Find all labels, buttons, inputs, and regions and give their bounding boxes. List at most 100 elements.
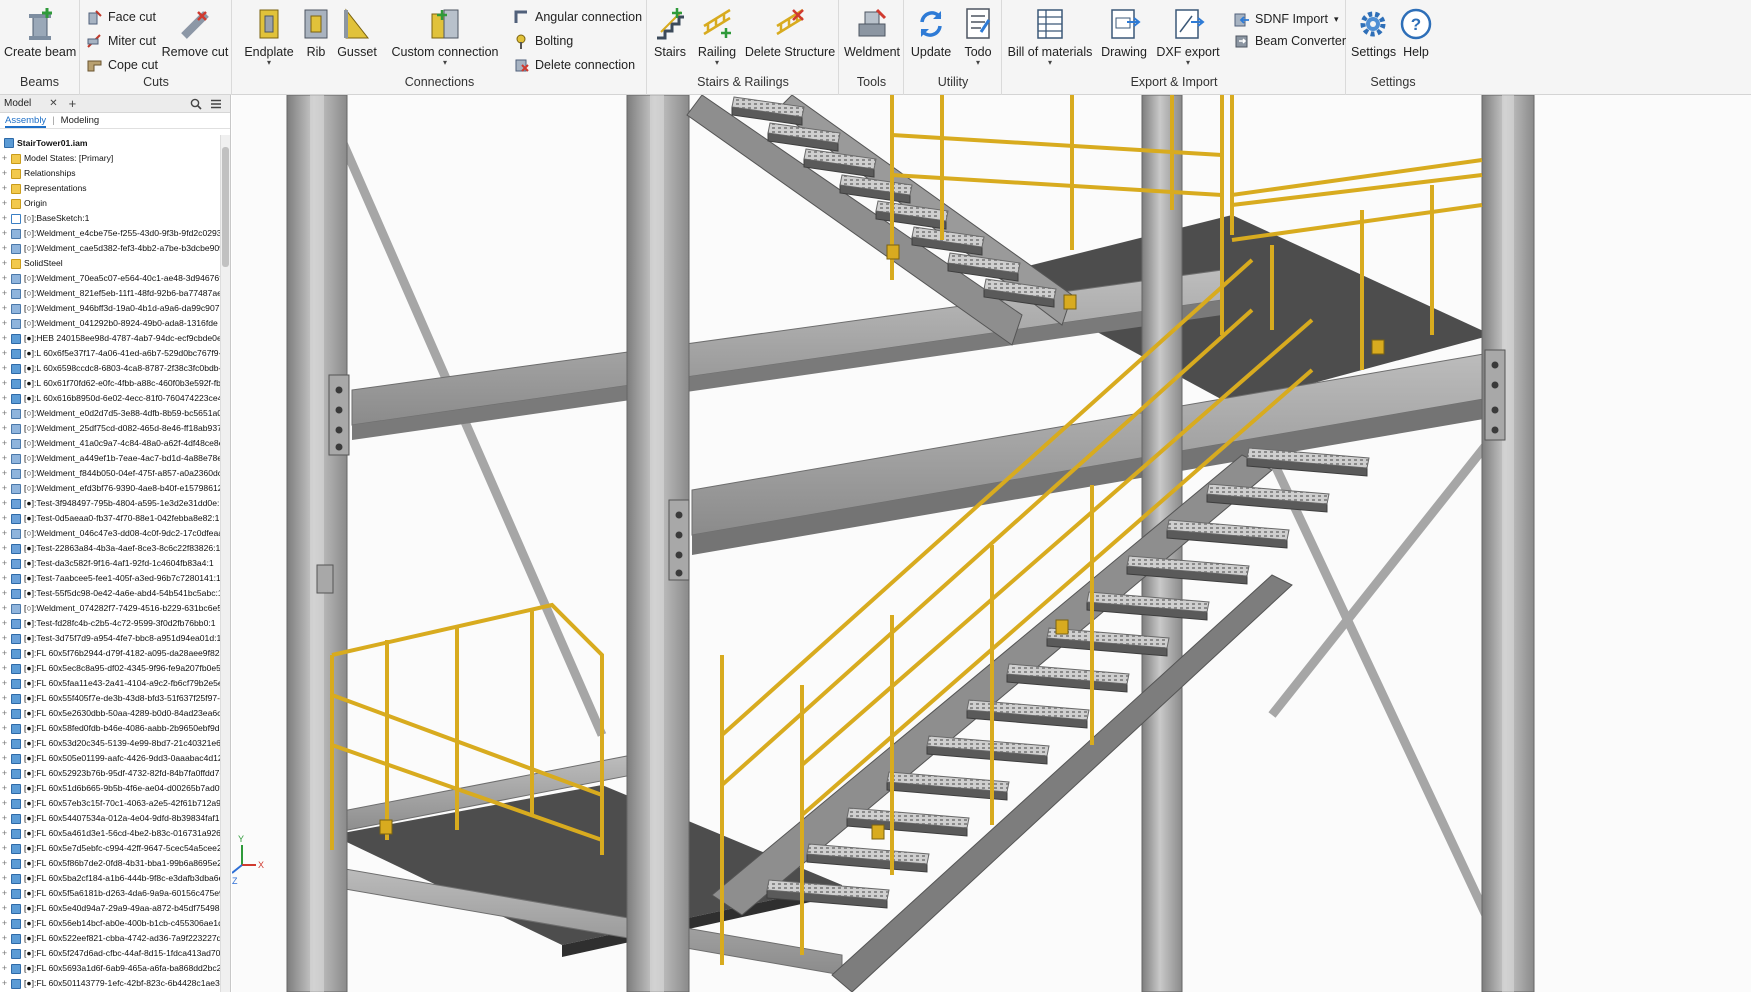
tree-node[interactable]: + [○]:BaseSketch:1 [0, 211, 221, 226]
settings-button[interactable]: Settings [1351, 4, 1396, 70]
face-cut-button[interactable]: Face cut [86, 7, 156, 27]
tree-node[interactable]: + [●]:FL 60x5f86b7de2-0fd8-4b31-bba1-99b6… [0, 856, 221, 871]
expand-icon[interactable]: + [0, 526, 9, 541]
expand-icon[interactable]: + [0, 451, 9, 466]
search-icon[interactable] [190, 98, 202, 110]
angular-connection-button[interactable]: Angular connection [513, 7, 642, 27]
cope-cut-button[interactable]: Cope cut [86, 55, 158, 75]
expand-icon[interactable]: + [0, 466, 9, 481]
expand-icon[interactable]: + [0, 856, 9, 871]
expand-icon[interactable]: + [0, 691, 9, 706]
tree-node[interactable]: + [●]:Test-0d5aeaa0-fb37-4f70-88e1-042feb… [0, 511, 221, 526]
drawing-button[interactable]: Drawing [1099, 4, 1149, 70]
create-beam-button[interactable]: Create beam [4, 4, 76, 70]
expand-icon[interactable]: + [0, 781, 9, 796]
help-button[interactable]: ? Help [1397, 4, 1435, 70]
expand-icon[interactable]: + [0, 271, 9, 286]
expand-icon[interactable]: + [0, 286, 9, 301]
expand-icon[interactable]: + [0, 706, 9, 721]
expand-icon[interactable]: + [0, 331, 9, 346]
tree-node[interactable]: + [●]:FL 60x5ba2cf184-a1b6-444b-9f8c-e3da… [0, 871, 221, 886]
gusset-button[interactable]: Gusset [335, 4, 379, 70]
bolting-button[interactable]: Bolting [513, 31, 573, 51]
expand-icon[interactable]: + [0, 631, 9, 646]
expand-icon[interactable]: + [0, 391, 9, 406]
close-icon[interactable]: ✕ [49, 98, 57, 109]
expand-icon[interactable]: + [0, 436, 9, 451]
expand-icon[interactable]: + [0, 406, 9, 421]
tree-node[interactable]: + [●]:FL 60x5e7d5ebfc-c994-42ff-9647-5cec… [0, 841, 221, 856]
tree-node[interactable]: + [○]:Weldment_041292b0-8924-49b0-ada8-13… [0, 316, 221, 331]
expand-icon[interactable]: + [0, 241, 9, 256]
railing-button[interactable]: Railing ▾ [694, 4, 740, 70]
expand-icon[interactable]: + [0, 901, 9, 916]
sdnf-import-button[interactable]: SDNF Import ▾ [1233, 9, 1338, 29]
tree-node[interactable]: + [●]:FL 60x55f405f7e-de3b-43d8-bfd3-51f6… [0, 691, 221, 706]
expand-icon[interactable]: + [0, 871, 9, 886]
expand-icon[interactable]: + [0, 166, 9, 181]
expand-icon[interactable]: + [0, 721, 9, 736]
modeling-tab[interactable]: Modeling [61, 115, 100, 126]
tree-node[interactable]: + [●]:FL 60x53d20c345-5139-4e99-8bd7-21c4… [0, 736, 221, 751]
expand-icon[interactable]: + [0, 361, 9, 376]
expand-icon[interactable]: + [0, 646, 9, 661]
tree-node[interactable]: + [●]:L 60x6598ccdc8-6803-4ca8-8787-2f38c… [0, 361, 221, 376]
tree-node[interactable]: + [●]:Test-fd28fc4b-c2b5-4c72-9599-3f0d2f… [0, 616, 221, 631]
tree-node[interactable]: + [●]:FL 60x5693a1d6f-6ab9-465a-a6fa-ba86… [0, 961, 221, 976]
expand-icon[interactable]: + [0, 301, 9, 316]
tree-node[interactable]: + Representations [0, 181, 221, 196]
tree-node[interactable]: + [●]:Test-22863a84-4b3a-4aef-8ce3-8c6c22… [0, 541, 221, 556]
tree-node[interactable]: + [●]:Test-3f948497-795b-4804-a595-1e3d2e… [0, 496, 221, 511]
expand-icon[interactable]: + [0, 256, 9, 271]
tree-node[interactable]: + [○]:Weldment_a449ef1b-7eae-4ac7-bd1d-4a… [0, 451, 221, 466]
tree-node[interactable]: + [●]:FL 60x501143779-1efc-42bf-823c-6b44… [0, 976, 221, 991]
rib-button[interactable]: Rib [299, 4, 333, 70]
add-tab-icon[interactable]: + [69, 96, 77, 111]
expand-icon[interactable]: + [0, 541, 9, 556]
tree-node[interactable]: + [○]:Weldment_efd3bf76-9390-4ae8-b40f-e1… [0, 481, 221, 496]
tree-node[interactable]: + [●]:FL 60x5e40d94a7-29a9-49aa-a872-b45d… [0, 901, 221, 916]
expand-icon[interactable]: + [0, 181, 9, 196]
expand-icon[interactable]: + [0, 556, 9, 571]
tree-node[interactable]: + [○]:Weldment_074282f7-7429-4516-b229-63… [0, 601, 221, 616]
expand-icon[interactable]: + [0, 496, 9, 511]
expand-icon[interactable]: + [0, 886, 9, 901]
tree-node[interactable]: + [●]:FL 60x52923b76b-95df-4732-82fd-84b7… [0, 766, 221, 781]
menu-icon[interactable] [210, 98, 222, 110]
tree-node[interactable]: + [○]:Weldment_41a0c9a7-4c84-48a0-a62f-4d… [0, 436, 221, 451]
weldment-button[interactable]: Weldment [842, 4, 902, 70]
assembly-tab[interactable]: Assembly [5, 114, 47, 128]
expand-icon[interactable]: + [0, 376, 9, 391]
tree-node[interactable]: + Relationships [0, 166, 221, 181]
expand-icon[interactable]: + [0, 481, 9, 496]
tree-node[interactable]: + [●]:FL 60x5f5a6181b-d263-4da6-9a9a-6015… [0, 886, 221, 901]
expand-icon[interactable]: + [0, 616, 9, 631]
browser-scrollbar[interactable] [220, 135, 230, 992]
delete-structure-button[interactable]: Delete Structure [744, 4, 836, 70]
remove-cut-button[interactable]: Remove cut [161, 4, 229, 70]
miter-cut-button[interactable]: Miter cut [86, 31, 156, 51]
scrollbar-thumb[interactable] [222, 147, 229, 267]
tree-node[interactable]: + [●]:L 60x61f70fd62-e0fc-4fbb-a88c-460f0… [0, 376, 221, 391]
tree-node[interactable]: + [●]:FL 60x58fed0fdb-b46e-4086-aabb-2b96… [0, 721, 221, 736]
stairs-button[interactable]: Stairs [650, 4, 690, 70]
expand-icon[interactable]: + [0, 931, 9, 946]
expand-icon[interactable]: + [0, 766, 9, 781]
expand-icon[interactable]: + [0, 736, 9, 751]
tree-node[interactable]: + [●]:L 60x6f5e37f17-4a06-41ed-a6b7-529d0… [0, 346, 221, 361]
expand-icon[interactable]: + [0, 211, 9, 226]
stair-tower-model[interactable]: Y X Z [232, 95, 1751, 992]
bill-of-materials-button[interactable]: Bill of materials ▾ [1007, 4, 1093, 70]
tree-node[interactable]: + [○]:Weldment_25df75cd-d082-465d-8e46-ff… [0, 421, 221, 436]
update-button[interactable]: Update [909, 4, 953, 70]
expand-icon[interactable]: + [0, 586, 9, 601]
expand-icon[interactable]: + [0, 661, 9, 676]
tree-node[interactable]: + [●]:FL 60x5ec8c8a95-df02-4345-9f96-fe9a… [0, 661, 221, 676]
tree-node[interactable]: + [●]:FL 60x505e01199-aafc-4426-9dd3-0aaa… [0, 751, 221, 766]
tree-node[interactable]: + [○]:Weldment_821ef5eb-11f1-48fd-92b6-ba… [0, 286, 221, 301]
tree-node[interactable]: + [○]:Weldment_046c47e3-dd08-4c0f-9dc2-17… [0, 526, 221, 541]
tree-node[interactable]: + [○]:Weldment_cae5d382-fef3-4bb2-a7be-b3… [0, 241, 221, 256]
tree-node[interactable]: + [●]:Test-da3c582f-9f16-4af1-92fd-1c4604… [0, 556, 221, 571]
tree-node[interactable]: + Model States: [Primary] [0, 151, 221, 166]
expand-icon[interactable]: + [0, 826, 9, 841]
